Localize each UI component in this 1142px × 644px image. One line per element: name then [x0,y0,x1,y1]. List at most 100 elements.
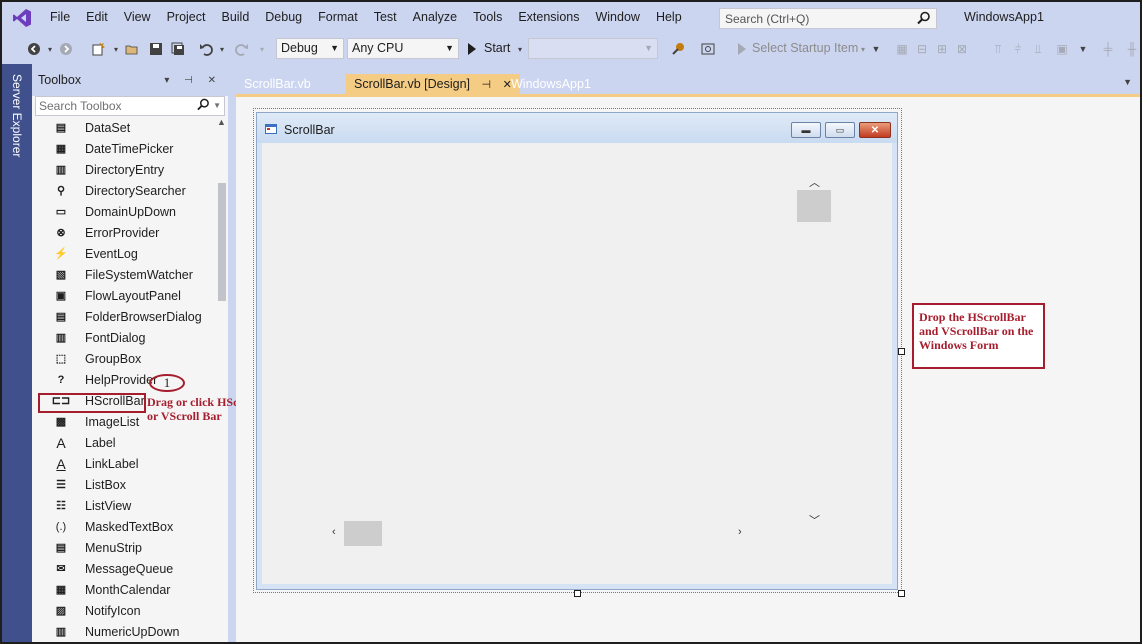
toolbox-item[interactable]: ▦ DateTimePicker [32,138,212,159]
menu-edit[interactable]: Edit [78,2,116,33]
toolbar-overflow-icon[interactable]: ▼ [1075,41,1091,57]
chevron-down-icon[interactable]: ▾ [214,41,230,57]
start-play-icon[interactable] [464,41,480,57]
new-project-icon[interactable] [90,41,106,57]
chevron-down-icon[interactable]: ▾ [108,41,124,57]
close-icon[interactable]: ✕ [859,122,891,138]
startup-target-combo[interactable]: ▼ [528,38,658,59]
navigate-forward-icon[interactable] [58,41,74,57]
menu-tools[interactable]: Tools [465,2,510,33]
chevron-right-icon[interactable]: › [738,526,742,538]
chevron-down-icon[interactable]: ▼ [1123,77,1132,87]
vscrollbar-thumb[interactable] [797,190,831,222]
server-explorer-tab[interactable]: Server Explorer [2,64,32,642]
align-right-icon[interactable]: ⊠ [954,41,970,57]
resize-handle-right[interactable] [898,348,905,355]
menu-window[interactable]: Window [587,2,647,33]
navigate-back-icon[interactable] [26,41,42,57]
align-center-icon[interactable]: ⊞ [934,41,950,57]
menu-analyze[interactable]: Analyze [405,2,465,33]
menu-project[interactable]: Project [159,2,214,33]
align-top-icon[interactable]: ⫪ [990,41,1006,57]
undo-icon[interactable] [198,41,214,57]
toolbox-item[interactable]: ? HelpProvider [32,369,212,390]
toolbox-item[interactable]: ▦ MonthCalendar [32,579,212,600]
menu-debug[interactable]: Debug [257,2,310,33]
redo-icon[interactable] [234,41,250,57]
align-left-icon[interactable]: ⊟ [914,41,930,57]
chevron-down-icon[interactable]: ▾ [254,41,270,57]
hscrollbar-control[interactable]: ‹ › [328,519,748,547]
toolbox-item[interactable]: ⚡ EventLog [32,243,212,264]
make-same-size-icon[interactable]: ▣ [1054,41,1070,57]
browser-link-icon[interactable] [670,41,686,57]
menu-extensions[interactable]: Extensions [510,2,587,33]
toolbox-item[interactable]: ▥ DirectoryEntry [32,159,212,180]
menu-view[interactable]: View [116,2,159,33]
toolbox-item[interactable]: ▭ DomainUpDown [32,201,212,222]
toolbox-item[interactable]: (.) MaskedTextBox [32,516,212,537]
play-outline-icon[interactable] [734,41,750,57]
toolbox-item[interactable]: ⬚ GroupBox [32,348,212,369]
toolbox-item[interactable]: A Label [32,432,212,453]
toolbox-item[interactable]: ⚲ DirectorySearcher [32,180,212,201]
menu-build[interactable]: Build [213,2,257,33]
toolbox-item[interactable]: ▣ FlowLayoutPanel [32,285,212,306]
visual-studio-logo-icon[interactable] [2,2,42,33]
toolbox-scrollbar[interactable]: ▲ [215,117,228,642]
center-horizontally-icon[interactable]: ╪ [1100,41,1116,57]
save-all-icon[interactable] [170,41,186,57]
chevron-down-icon[interactable]: ﹀ [809,512,820,528]
chevron-left-icon[interactable]: ‹ [332,526,336,538]
tab-scrollbar-code[interactable]: ScrollBar.vb [236,74,319,94]
notifyicon-icon: ▨ [55,605,67,617]
resize-handle-bottom[interactable] [574,590,581,597]
menu-file[interactable]: File [42,2,78,33]
tab-scrollbar-design[interactable]: ScrollBar.vb [Design] ⊣ ✕ [346,74,520,94]
chevron-up-icon[interactable]: ▲ [217,117,226,127]
solution-platform-select[interactable]: Any CPU ▼ [347,38,459,59]
toolbox-item[interactable]: ▥ NumericUpDown [32,621,212,642]
chevron-down-icon[interactable]: ▼ [213,97,221,115]
tab-windowsapp1[interactable]: WindowsApp1 [503,74,599,94]
toolbox-item[interactable]: A LinkLabel [32,453,212,474]
toolbox-item[interactable]: ✉ MessageQueue [32,558,212,579]
toolbox-item[interactable]: ⊗ ErrorProvider [32,222,212,243]
toolbox-item[interactable]: ▤ FolderBrowserDialog [32,306,212,327]
toolbox-item[interactable]: ☰ ListBox [32,474,212,495]
align-bottom-icon[interactable]: ⫫ [1030,41,1046,57]
save-icon[interactable] [148,41,164,57]
toolbox-item[interactable]: ▧ FileSystemWatcher [32,264,212,285]
select-startup-item[interactable]: Select Startup Item [752,41,858,55]
toolbox-item[interactable]: ▥ FontDialog [32,327,212,348]
toolbar-overflow-icon[interactable]: ▼ [868,41,884,57]
menu-format[interactable]: Format [310,2,366,33]
screenshot-icon[interactable] [700,41,716,57]
scrollbar-thumb[interactable] [218,183,226,301]
open-file-icon[interactable] [124,41,140,57]
chevron-down-icon[interactable]: ▾ [512,41,528,57]
toolbox-search-input[interactable]: Search Toolbox ▼ [35,96,225,116]
center-vertically-icon[interactable]: ╫ [1124,41,1140,57]
toolbox-item[interactable]: ☷ ListView [32,495,212,516]
pin-icon[interactable]: ⊣ [482,79,492,91]
align-grid-icon[interactable]: ▦ [894,41,910,57]
hscrollbar-thumb[interactable] [344,521,382,546]
maximize-icon[interactable]: ▭ [825,122,855,138]
toolbox-item[interactable]: ▤ DataSet [32,117,212,138]
solution-configuration-select[interactable]: Debug ▼ [276,38,344,59]
global-search-input[interactable]: Search (Ctrl+Q) [719,8,937,29]
start-button[interactable]: Start [484,41,510,55]
toolbox-item[interactable]: ▨ NotifyIcon [32,600,212,621]
chevron-down-icon[interactable]: ▾ [42,41,58,57]
chevron-up-icon[interactable]: ︿ [809,174,820,190]
toolbox-item[interactable]: ▤ MenuStrip [32,537,212,558]
resize-handle-corner[interactable] [898,590,905,597]
minimize-icon[interactable]: ▬ [791,122,821,138]
menu-help[interactable]: Help [648,2,690,33]
dataset-icon: ▤ [55,122,67,134]
vscrollbar-control[interactable]: ︿ ﹀ [797,174,832,530]
align-middle-icon[interactable]: ⫩ [1010,41,1026,57]
panel-controls[interactable]: ▾ ⊣ ✕ [164,75,222,86]
menu-test[interactable]: Test [366,2,405,33]
